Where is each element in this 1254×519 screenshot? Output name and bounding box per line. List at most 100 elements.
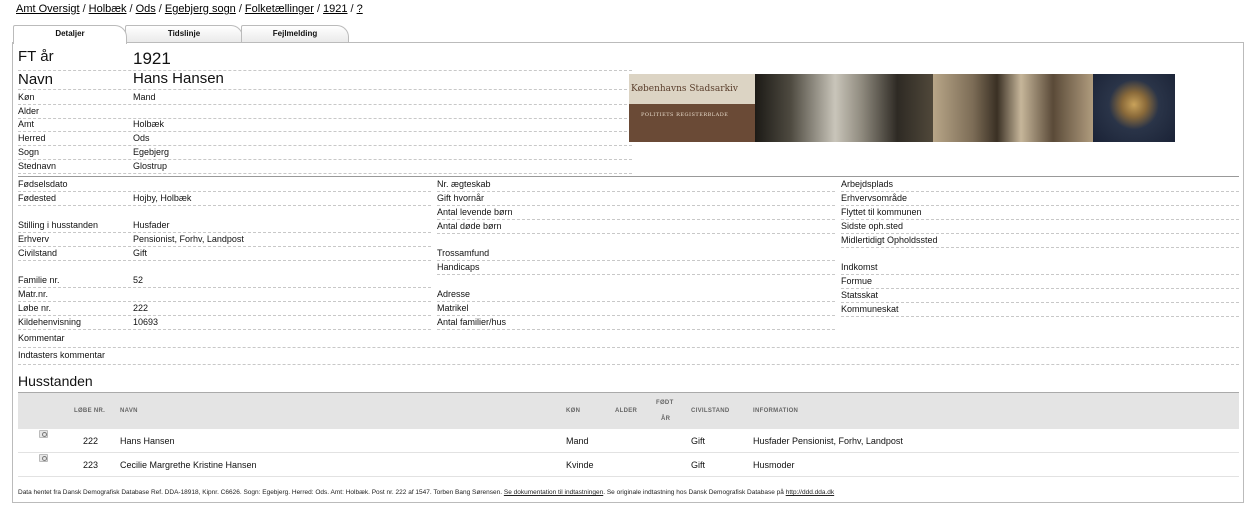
field-label: Arbejdsplads (841, 179, 894, 189)
field-label: Handicaps (437, 262, 480, 272)
field-row-arbejdsplads: Arbejdsplads (841, 178, 1239, 192)
banner-subtitle: POLITIETS REGISTERBLADE (641, 112, 729, 118)
comment-label: Kommentar (18, 333, 65, 343)
breadcrumb-amt-oversigt[interactable]: Amt Oversigt (16, 3, 80, 15)
field-row-levende-born: Antal levende børn (437, 206, 835, 220)
breadcrumb-ods[interactable]: Ods (136, 3, 156, 15)
field-row-erhvervsomraade: Erhvervsområde (841, 192, 1239, 206)
field-row-gift-hvornaar: Gift hvornår (437, 192, 835, 206)
field-value: Pensionist, Forhv, Landpost (133, 234, 244, 244)
field-row-amt: Amt Holbæk (18, 118, 632, 132)
breadcrumb-holbaek[interactable]: Holbæk (89, 3, 127, 15)
breadcrumb-1921[interactable]: 1921 (323, 3, 347, 15)
field-row-matrikel: Matrikel (437, 302, 835, 316)
banner-owl-image (1093, 74, 1175, 142)
section-divider (18, 176, 1239, 177)
col-header-kon[interactable]: KØN (566, 408, 580, 414)
field-row-sogn: Sogn Egebjerg (18, 146, 632, 160)
ddd-link[interactable]: http://ddd.dda.dk (786, 489, 834, 496)
field-row-sidste-oph: Sidste oph.sted (841, 220, 1239, 234)
cell-navn[interactable]: Cecilie Margrethe Kristine Hansen (120, 454, 257, 477)
field-row-dode-born: Antal døde børn (437, 220, 835, 234)
documentation-link[interactable]: Se dokumentation til indtastningen (504, 489, 603, 496)
cell-kon: Kvinde (566, 460, 594, 470)
magnifier-icon[interactable] (39, 454, 48, 462)
field-row-fodselsdato: Fødselsdato (18, 178, 431, 192)
magnifier-icon[interactable] (39, 430, 48, 438)
table-row[interactable]: 222 Hans Hansen Mand Gift Husfader Pensi… (18, 430, 1239, 453)
field-row-kon: Køn Mand (18, 91, 632, 105)
col-header-alder[interactable]: ALDER (615, 408, 637, 414)
cell-navn[interactable]: Hans Hansen (120, 430, 175, 453)
table-row[interactable]: 223 Cecilie Margrethe Kristine Hansen Kv… (18, 454, 1239, 477)
field-label: Fødested (18, 193, 57, 203)
field-row-erhverv: Erhverv Pensionist, Forhv, Landpost (18, 233, 431, 247)
banner-family-photo-image (933, 74, 1093, 142)
breadcrumb-separator: / (350, 3, 354, 15)
typist-comment-label: Indtasters kommentar (18, 350, 106, 360)
cell-information: Husfader Pensionist, Forhv, Landpost (753, 436, 903, 446)
field-label: Flyttet til kommunen (841, 207, 922, 217)
field-value: 222 (133, 303, 149, 313)
breadcrumb-separator: / (316, 3, 321, 15)
breadcrumb-unknown[interactable]: ? (357, 3, 363, 15)
field-label: Adresse (437, 289, 471, 299)
col-header-aar[interactable]: ÅR (661, 416, 670, 422)
footer-text-mid: . Se originale indtastning hos Dansk Dem… (603, 489, 784, 496)
col-header-information[interactable]: INFORMATION (753, 408, 798, 414)
field-value: Gift (133, 248, 148, 258)
field-row-antal-familier: Antal familier/hus (437, 316, 835, 330)
col-header-navn[interactable]: NAVN (120, 408, 138, 414)
field-label: Stilling i husstanden (18, 220, 99, 230)
cell-lobe-nr: 222 (83, 436, 99, 446)
breadcrumb-separator: / (238, 3, 242, 15)
col-header-lobe-nr[interactable]: LØBE NR. (74, 408, 105, 414)
field-row-adresse: Adresse (437, 288, 835, 302)
breadcrumb-egebjerg-sogn[interactable]: Egebjerg sogn (165, 3, 236, 15)
field-row-matr-nr: Matr.nr. (18, 288, 431, 302)
field-label: Køn (18, 92, 35, 102)
typist-comment-row: Indtasters kommentar (18, 349, 1239, 365)
field-label: Herred (18, 133, 46, 143)
field-row-kommuneskat: Kommuneskat (841, 303, 1239, 317)
cell-lobe-nr: 223 (83, 460, 99, 470)
field-row-indkomst: Indkomst (841, 261, 1239, 275)
field-row-civilstand: Civilstand Gift (18, 247, 431, 261)
field-label: Fødselsdato (18, 179, 68, 189)
field-label: Erhvervsområde (841, 193, 908, 203)
cell-information: Husmoder (753, 460, 795, 470)
field-label: Matrikel (437, 303, 469, 313)
col-header-fodt[interactable]: FØDT (656, 400, 674, 406)
field-row-flyttet: Flyttet til kommunen (841, 206, 1239, 220)
field-row-stilling: Stilling i husstanden Husfader (18, 219, 431, 233)
footer-text: Data hentet fra Dansk Demografisk Databa… (18, 489, 503, 496)
archive-banner[interactable]: Københavns Stadsarkiv POLITIETS REGISTER… (629, 74, 1175, 142)
breadcrumb: Amt Oversigt / Holbæk / Ods / Egebjerg sogn / Fo… (16, 3, 363, 15)
breadcrumb-separator: / (82, 3, 86, 15)
field-row-trossamfund: Trossamfund (437, 247, 835, 261)
field-label: Formue (841, 276, 873, 286)
source-footer: Data hentet fra Dansk Demografisk Databa… (18, 489, 834, 496)
comment-row: Kommentar (18, 332, 1239, 348)
field-label: Erhverv (18, 234, 50, 244)
tab-fejlmelding[interactable]: Fejlmelding (241, 25, 349, 43)
field-row-kildehenvisning: Kildehenvisning 10693 (18, 316, 431, 330)
field-label: Alder (18, 106, 40, 116)
breadcrumb-separator: / (158, 3, 162, 15)
field-row-nr-aegteskab: Nr. ægteskab (437, 178, 835, 192)
ft-year-row: FT år 1921 (18, 47, 632, 71)
ft-year-label: FT år (18, 48, 54, 65)
field-value: Hojby, Holbæk (133, 193, 192, 203)
banner-title: Københavns Stadsarkiv (629, 74, 755, 104)
tab-tidslinje[interactable]: Tidslinje (125, 25, 243, 43)
cell-kon: Mand (566, 436, 589, 446)
field-label: Statsskat (841, 290, 879, 300)
field-row-stednavn: Stednavn Glostrup (18, 160, 632, 174)
field-value: Holbæk (133, 119, 165, 129)
cell-civilstand: Gift (691, 436, 706, 446)
col-header-civilstand[interactable]: CIVILSTAND (691, 408, 730, 414)
name-label: Navn (18, 71, 54, 88)
tab-detaljer[interactable]: Detaljer (13, 25, 127, 44)
field-label: Gift hvornår (437, 193, 485, 203)
breadcrumb-folketaellinger[interactable]: Folketællinger (245, 3, 314, 15)
